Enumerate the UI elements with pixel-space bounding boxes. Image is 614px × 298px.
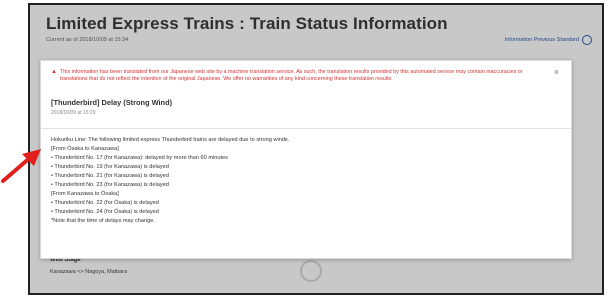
status-modal: ▲ This information has been translated f… bbox=[40, 60, 572, 259]
close-button[interactable]: × bbox=[554, 68, 559, 77]
body-line: • Thunderbird No. 23 (for Kanazawa) is d… bbox=[51, 182, 169, 189]
red-arrow-icon bbox=[1, 149, 41, 183]
translation-warning-text: This information has been translated fro… bbox=[59, 69, 523, 82]
body-line: • Thunderbird No. 17 (for Kanazawa): del… bbox=[51, 155, 228, 162]
warning-triangle-icon: ▲ bbox=[51, 69, 57, 75]
modal-body: Hokuriku Line: The following limited exp… bbox=[51, 136, 561, 226]
body-line: • Thunderbird No. 19 (for Kanazawa) is d… bbox=[51, 164, 169, 171]
screenshot-frame: Limited Express Trains : Train Status In… bbox=[28, 3, 604, 295]
body-line: [From Ōsaka to Kanazawa] bbox=[51, 146, 119, 153]
body-line: Hokuriku Line: The following limited exp… bbox=[51, 137, 290, 143]
body-line: *Note that the time of delays may change… bbox=[51, 218, 155, 225]
modal-header: ▲ This information has been translated f… bbox=[41, 61, 571, 129]
status-timestamp: 2018/10/09 at 15:29 bbox=[51, 110, 96, 116]
body-line: [From Kanazawa to Ōsaka] bbox=[51, 191, 119, 198]
body-line: • Thunderbird No. 21 (for Kanazawa) is d… bbox=[51, 173, 169, 180]
body-line: • Thunderbird No. 24 (for Ōsaka) is dela… bbox=[51, 209, 159, 216]
translation-warning: ▲ This information has been translated f… bbox=[51, 69, 543, 83]
body-line: • Thunderbird No. 22 (for Ōsaka) is dela… bbox=[51, 200, 159, 207]
status-title: [Thunderbird] Delay (Strong Wind) bbox=[51, 98, 173, 107]
